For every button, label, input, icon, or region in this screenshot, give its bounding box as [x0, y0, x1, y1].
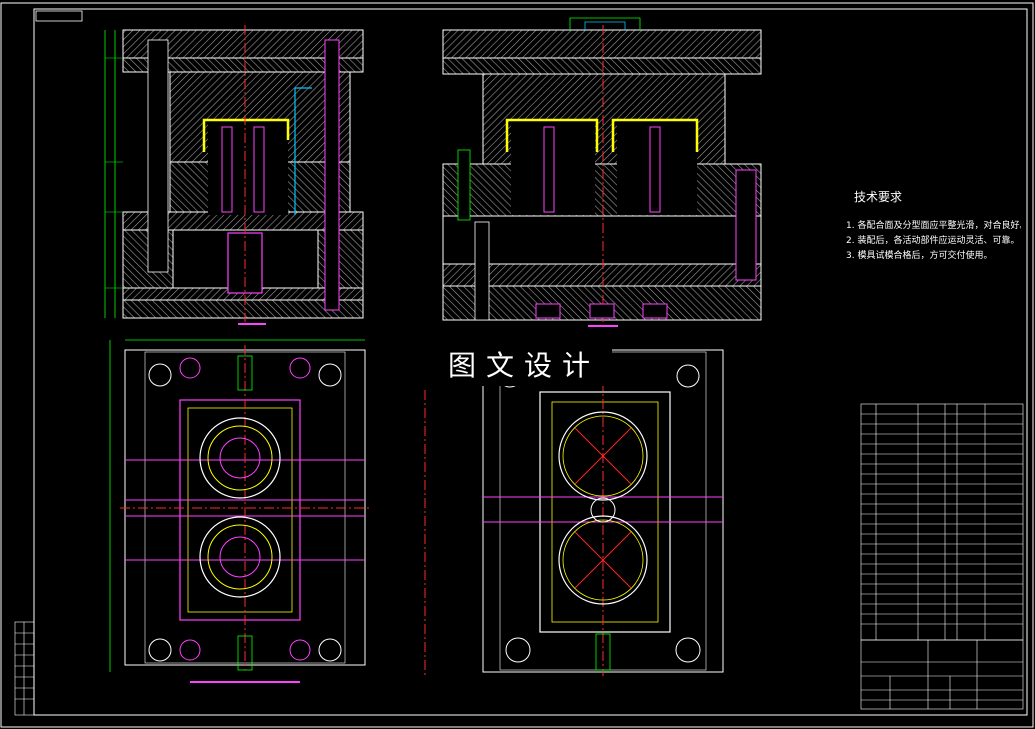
title-block [860, 639, 1024, 710]
technical-requirements: 技术要求 1. 各配合面及分型面应平整光滑，对合良好。 2. 装配后，各活动部件… [846, 190, 1021, 264]
tech-title: 技术要求 [854, 190, 903, 204]
tech-note-2: 2. 装配后，各活动部件应运动灵活、可靠。 [846, 236, 1020, 246]
moving-half-plan [109, 339, 370, 683]
side-stamp-table [14, 621, 35, 716]
watermark: 图文设计 [436, 342, 612, 386]
mold-front-section [104, 25, 364, 325]
tech-note-1: 1. 各配合面及分型面应平整光滑，对合良好。 [846, 221, 1021, 231]
fixed-half-plan [424, 345, 724, 676]
tech-note-3: 3. 模具试模合格后，方可交付使用。 [846, 251, 993, 261]
mold-side-section [442, 17, 762, 327]
parts-list-table [860, 403, 1024, 641]
